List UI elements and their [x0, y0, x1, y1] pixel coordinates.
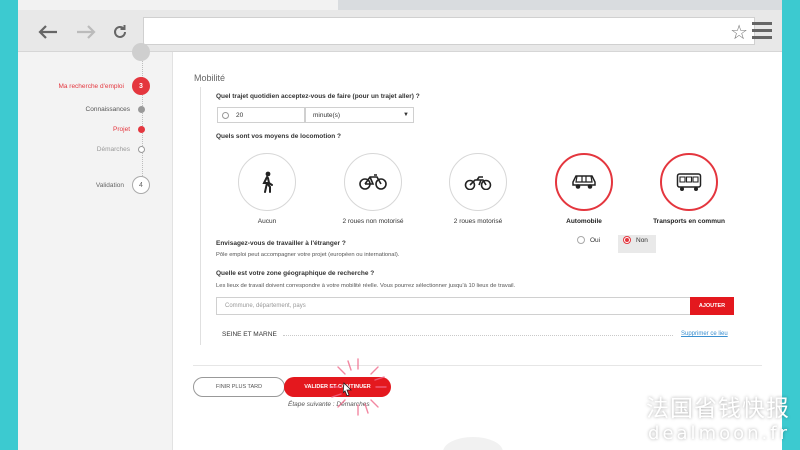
step-dot [138, 126, 145, 133]
zone-help: Les lieux de travail doivent correspondr… [216, 283, 516, 289]
address-bar[interactable]: ☆ [143, 17, 755, 45]
finish-later-button[interactable]: FINIR PLUS TARD [193, 377, 285, 397]
step-label: Validation [95, 181, 124, 189]
arrow-left-icon [38, 25, 57, 39]
browser-tab[interactable] [18, 0, 338, 10]
step-badge: 3 [132, 77, 150, 95]
chevron-down-icon: ▼ [403, 112, 409, 118]
browser-menu-button[interactable] [752, 22, 772, 40]
transport-option-public-transport[interactable]: Transports en commun [653, 153, 725, 225]
watermark: 法国省钱快报 dealmoon.fr [646, 389, 790, 444]
transport-label: 2 roues motorisé [453, 218, 503, 225]
transport-label: 2 roues non motorisé [342, 218, 404, 225]
step-validation[interactable]: Validation 4 [96, 176, 150, 194]
mouse-pointer-icon [343, 382, 352, 396]
step-circle [132, 43, 150, 61]
zone-search-input[interactable]: Commune, département, pays [216, 297, 691, 315]
transport-option-car[interactable]: Automobile [554, 153, 614, 225]
section-title: Mobilité [194, 73, 226, 83]
abroad-question: Envisagez-vous de travailler à l'étrange… [216, 240, 346, 247]
validate-continue-button[interactable]: VALIDER ET CONTINUER [284, 377, 391, 397]
car-icon [572, 175, 596, 189]
browser-window: ☆ Ma recherche d'emploi 3 Connaissances [18, 0, 782, 450]
step-knowledge[interactable]: Connaissances [86, 106, 150, 113]
step-label: Connaissances [85, 106, 130, 113]
radio-label: Non [636, 236, 648, 244]
step-procedures[interactable]: Démarches [97, 146, 150, 153]
zone-search-placeholder: Commune, département, pays [225, 303, 306, 309]
commute-unit-value: minute(s) [313, 111, 341, 119]
stepper-line [142, 52, 143, 192]
watermark-latin: dealmoon.fr [648, 423, 790, 444]
forward-button[interactable] [74, 20, 98, 44]
step-dot [138, 146, 145, 153]
bicycle-icon [359, 174, 387, 190]
actions-divider [193, 365, 762, 366]
transport-circle-selected[interactable] [660, 153, 718, 211]
step-label: Projet [113, 126, 130, 133]
radio-button[interactable] [577, 236, 585, 244]
tab-strip [18, 0, 782, 10]
commute-duration-value: 20 [236, 111, 244, 119]
abroad-no-radio[interactable]: Non [623, 236, 648, 244]
commute-unit-select[interactable]: minute(s) ▼ [305, 107, 414, 123]
transport-circle[interactable] [238, 153, 296, 211]
transport-circle[interactable] [449, 153, 507, 211]
step-dot [138, 106, 145, 113]
transport-option-none[interactable]: Aucun [237, 153, 297, 225]
reload-icon [114, 25, 126, 38]
hamburger-line [752, 29, 772, 32]
step-project[interactable]: Projet [113, 126, 150, 133]
abroad-yes-radio[interactable]: Oui [577, 236, 600, 244]
transport-label: Automobile [566, 218, 602, 225]
clock-icon [222, 111, 229, 119]
add-zone-button[interactable]: AJOUTER [690, 297, 734, 315]
radio-button-checked[interactable] [623, 236, 631, 244]
arrow-right-icon [77, 25, 96, 39]
reload-button[interactable] [108, 20, 132, 44]
hamburger-line [752, 36, 772, 39]
walking-person-icon [262, 171, 273, 193]
step-previous-marker [132, 43, 150, 61]
motorbike-icon [464, 176, 492, 190]
transport-question: Quels sont vos moyens de locomotion ? [216, 133, 341, 140]
zone-item-divider [283, 335, 673, 336]
zone-item-name: SEINE ET MARNE [222, 331, 277, 338]
step-label: Ma recherche d'emploi [58, 82, 124, 90]
commute-question: Quel trajet quotidien acceptez-vous de f… [216, 93, 420, 100]
watermark-chinese: 法国省钱快报 [646, 396, 790, 422]
transport-option-motorbike[interactable]: 2 roues motorisé [448, 153, 508, 225]
bookmark-star-icon[interactable]: ☆ [730, 20, 748, 45]
radio-label: Oui [590, 236, 601, 244]
remove-zone-link[interactable]: Supprimer ce lieu [681, 331, 728, 337]
step-badge: 4 [132, 176, 150, 194]
bus-icon [676, 173, 702, 191]
step-my-job-search[interactable]: Ma recherche d'emploi 3 [58, 77, 150, 95]
zone-question: Quelle est votre zone géographique de re… [216, 270, 375, 277]
transport-option-bicycle[interactable]: 2 roues non motorisé [342, 153, 404, 225]
back-button[interactable] [36, 20, 60, 44]
abroad-help: Pôle emploi peut accompagner votre proje… [216, 252, 400, 258]
commute-duration-input[interactable]: 20 [217, 107, 305, 123]
transport-circle[interactable] [344, 153, 402, 211]
transport-circle-selected[interactable] [555, 153, 613, 211]
step-label: Démarches [96, 146, 130, 153]
hamburger-line [752, 22, 772, 25]
progress-sidebar: Ma recherche d'emploi 3 Connaissances Pr… [18, 43, 173, 450]
next-step-text: Étape suivante : Démarches [288, 401, 370, 408]
scroll-indicator [443, 437, 503, 450]
transport-label: Aucun [257, 218, 277, 225]
transport-label: Transports en commun [653, 218, 725, 225]
